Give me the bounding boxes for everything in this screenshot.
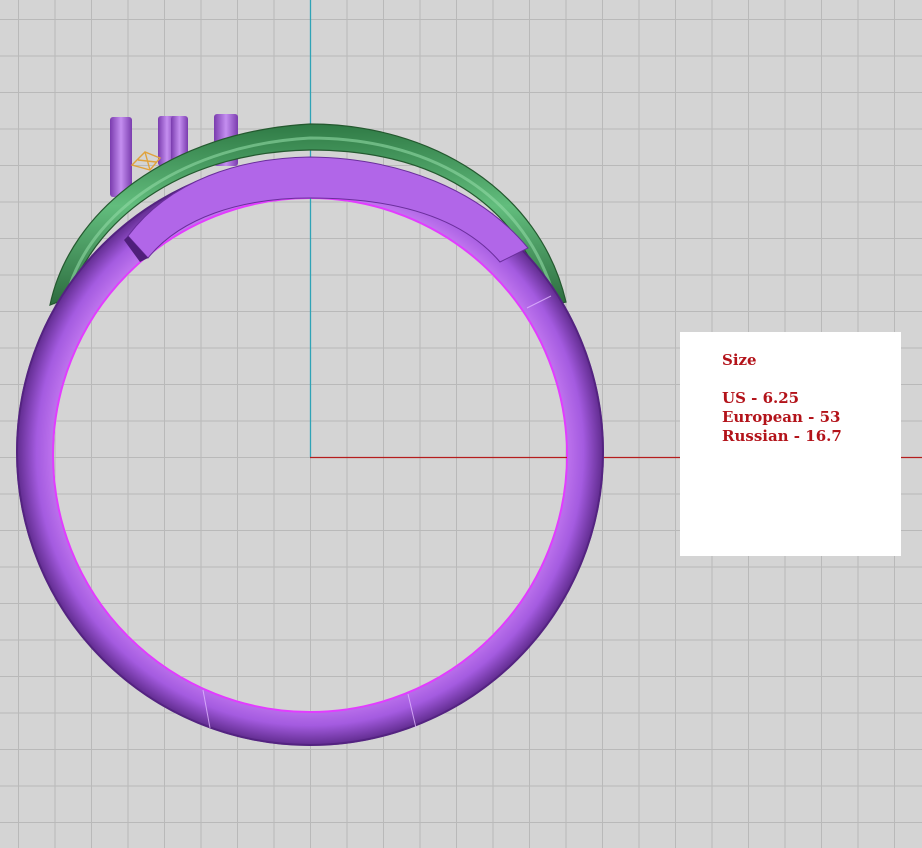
size-european-value: European - 53 — [722, 408, 841, 426]
gem-setting-icon — [130, 151, 162, 171]
size-panel-title: Size — [722, 351, 757, 369]
size-info-panel: Size US - 6.25 European - 53 Russian - 1… — [680, 332, 901, 556]
size-us-value: US - 6.25 — [722, 389, 800, 407]
size-russian-value: Russian - 16.7 — [722, 427, 842, 445]
3d-viewport[interactable]: Size US - 6.25 European - 53 Russian - 1… — [0, 0, 922, 848]
prong-1 — [110, 117, 132, 197]
